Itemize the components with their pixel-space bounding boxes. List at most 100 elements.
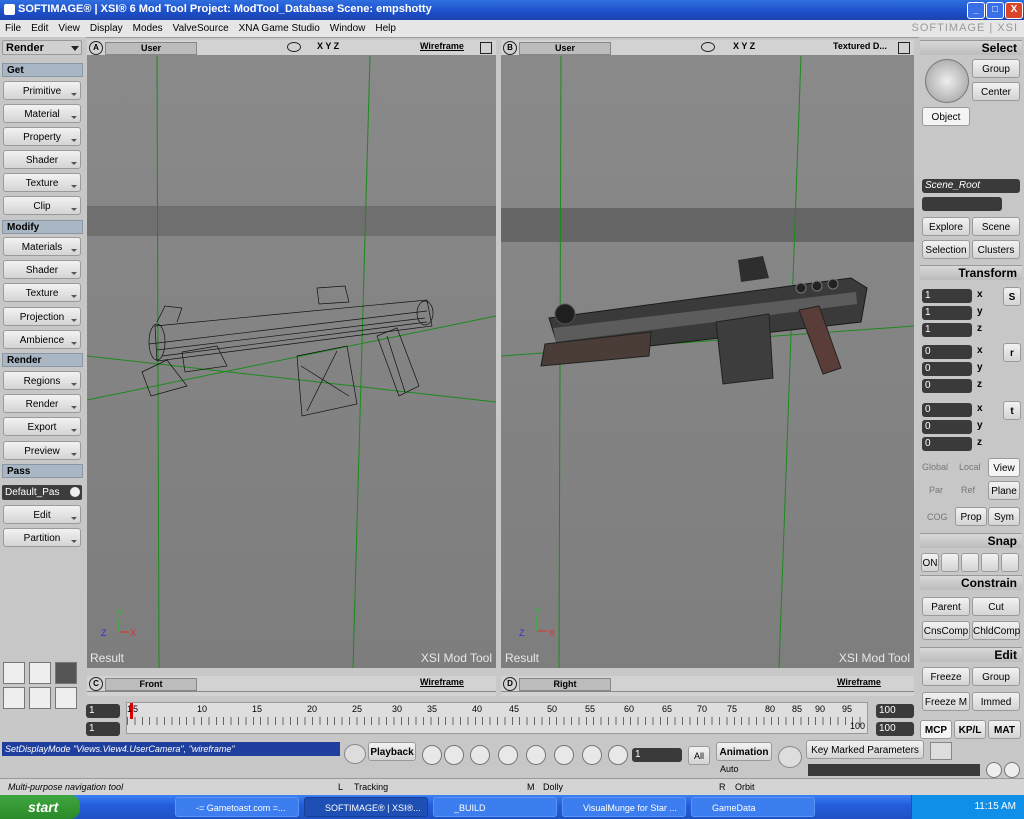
snap-surface-icon[interactable]: [981, 553, 999, 572]
close-button[interactable]: X: [1005, 2, 1023, 19]
viewport-c-camera[interactable]: Front: [105, 678, 197, 691]
menu-window[interactable]: Window: [325, 20, 371, 37]
scene-button[interactable]: Scene: [972, 217, 1020, 236]
quick-launch-icons[interactable]: [88, 800, 168, 814]
viewport-b-axes[interactable]: X Y Z: [733, 41, 755, 51]
freeze-button[interactable]: Freeze: [922, 667, 970, 686]
par-mode[interactable]: Par: [929, 485, 943, 495]
immed-button[interactable]: Immed: [972, 692, 1020, 711]
translate-mode-button[interactable]: t: [1003, 401, 1021, 420]
current-frame-field[interactable]: 1: [632, 748, 682, 762]
viewport-b-letter[interactable]: B: [503, 41, 517, 55]
group-button[interactable]: Group: [972, 59, 1020, 78]
timeline-end-field[interactable]: 100: [876, 704, 914, 718]
viewport-a-letter[interactable]: A: [89, 41, 103, 55]
viewport-b-mode[interactable]: Textured D...: [833, 41, 887, 51]
rotate-x-field[interactable]: 0: [922, 345, 972, 359]
animation-button[interactable]: Animation: [716, 742, 772, 761]
timeline-start2-field[interactable]: 1: [86, 722, 120, 736]
rotate-mode-button[interactable]: r: [1003, 343, 1021, 362]
prev-frame-icon[interactable]: [444, 745, 464, 765]
translate-y-field[interactable]: 0: [922, 420, 972, 434]
rotate-y-field[interactable]: 0: [922, 362, 972, 376]
toolbar-mode-dropdown[interactable]: Render: [2, 40, 82, 55]
auto-key-label[interactable]: Auto: [720, 764, 739, 774]
taskbar-item-build[interactable]: _BUILD: [433, 797, 557, 817]
clusters-button[interactable]: Clusters: [972, 240, 1020, 259]
playback-button[interactable]: Playback: [368, 742, 416, 761]
view-mode-button[interactable]: View: [988, 458, 1020, 477]
viewport-d[interactable]: D Right Wireframe: [501, 676, 914, 696]
primitive-button[interactable]: Primitive: [3, 81, 81, 100]
scale-mode-button[interactable]: S: [1003, 287, 1021, 306]
rotate-z-field[interactable]: 0: [922, 379, 972, 393]
translate-x-field[interactable]: 0: [922, 403, 972, 417]
viewport-d-mode[interactable]: Wireframe: [837, 677, 881, 687]
cog-toggle[interactable]: COG: [927, 512, 948, 522]
play-back-icon[interactable]: [498, 745, 518, 765]
texture-button[interactable]: Texture: [3, 173, 81, 192]
menu-help[interactable]: Help: [370, 20, 401, 37]
lock-key-icon[interactable]: [1004, 762, 1020, 778]
taskbar-item-gamedata[interactable]: GameData: [691, 797, 815, 817]
viewport-d-camera[interactable]: Right: [519, 678, 611, 691]
select-arrow-icon[interactable]: [925, 59, 969, 103]
viewport-c-mode[interactable]: Wireframe: [420, 677, 464, 687]
viewport-d-letter[interactable]: D: [503, 677, 517, 691]
clip-button[interactable]: Clip: [3, 196, 81, 215]
menu-edit[interactable]: Edit: [26, 20, 53, 37]
taskbar-item-gametoast[interactable]: -= Gametoast.com =...: [175, 797, 299, 817]
layout-split-icon[interactable]: [29, 662, 51, 684]
property-button[interactable]: Property: [3, 127, 81, 146]
menu-file[interactable]: File: [0, 20, 26, 37]
timeline-end2-field[interactable]: 100: [876, 722, 914, 736]
clear-key-icon[interactable]: [986, 762, 1002, 778]
materials-button[interactable]: Materials: [3, 237, 81, 256]
viewport-a-mode[interactable]: Wireframe: [420, 41, 464, 51]
scale-y-field[interactable]: 1: [922, 306, 972, 320]
snap-grid-icon[interactable]: [1001, 553, 1019, 572]
keyframe-icon[interactable]: [930, 742, 952, 760]
partition-button[interactable]: Partition: [3, 528, 81, 547]
global-mode[interactable]: Global: [922, 462, 948, 472]
translate-z-field[interactable]: 0: [922, 437, 972, 451]
key-marked-parameters-button[interactable]: Key Marked Parameters: [806, 740, 924, 759]
audio-icon[interactable]: [608, 745, 628, 765]
scale-z-field[interactable]: 1: [922, 323, 972, 337]
chldcomp-button[interactable]: ChldComp: [972, 621, 1020, 640]
tab-mat[interactable]: MAT: [988, 720, 1021, 739]
layout-horizontal-icon[interactable]: [29, 687, 51, 709]
script-editor-icon[interactable]: [344, 744, 366, 764]
timeline-start-field[interactable]: 1: [86, 704, 120, 718]
modify-texture-button[interactable]: Texture: [3, 283, 81, 302]
export-button[interactable]: Export: [3, 417, 81, 436]
eye-icon[interactable]: [287, 42, 301, 52]
viewport-b[interactable]: B User X Y Z Textured D... Y X Z Result …: [501, 40, 914, 668]
scene-root-field[interactable]: Scene_Root: [922, 179, 1020, 193]
cnscomp-button[interactable]: CnsComp: [922, 621, 970, 640]
tray-icons[interactable]: [918, 801, 968, 813]
first-frame-icon[interactable]: [422, 745, 442, 765]
snap-point-icon[interactable]: [941, 553, 959, 572]
freeze-m-button[interactable]: Freeze M: [922, 692, 970, 711]
snap-on-button[interactable]: ON: [921, 553, 939, 572]
key-icon[interactable]: [778, 746, 802, 768]
viewport-b-camera[interactable]: User: [519, 42, 611, 55]
prop-button[interactable]: Prop: [955, 507, 987, 526]
cut-button[interactable]: Cut: [972, 597, 1020, 616]
viewport-a-camera[interactable]: User: [105, 42, 197, 55]
selection-name-field[interactable]: [922, 197, 1002, 211]
last-frame-icon[interactable]: [554, 745, 574, 765]
rewind-icon[interactable]: [470, 745, 490, 765]
viewport-c[interactable]: C Front Wireframe: [87, 676, 496, 696]
selection-button[interactable]: Selection: [922, 240, 970, 259]
modify-shader-button[interactable]: Shader: [3, 260, 81, 279]
layout-quad-icon[interactable]: [55, 662, 77, 684]
taskbar-item-visualmunge[interactable]: VisualMunge for Star ...: [562, 797, 686, 817]
scale-x-field[interactable]: 1: [922, 289, 972, 303]
parent-button[interactable]: Parent: [922, 597, 970, 616]
shader-button[interactable]: Shader: [3, 150, 81, 169]
menu-view[interactable]: View: [53, 20, 85, 37]
menu-modes[interactable]: Modes: [128, 20, 168, 37]
all-button[interactable]: All: [688, 746, 710, 765]
